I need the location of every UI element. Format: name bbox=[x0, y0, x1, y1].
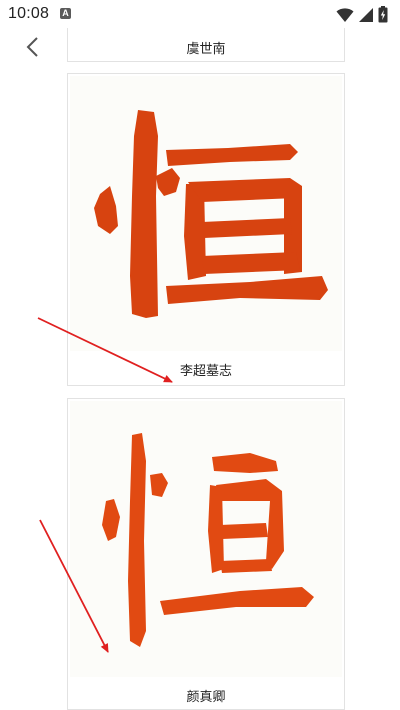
notification-icon: A bbox=[60, 8, 71, 19]
system-icons bbox=[336, 6, 388, 23]
calligrapher-label: 虞世南 bbox=[186, 42, 226, 57]
clock: 10:08 bbox=[8, 5, 50, 22]
status-bar: 10:08 A bbox=[0, 0, 400, 30]
battery-icon bbox=[378, 6, 388, 23]
calligraphy-card[interactable]: 虞世南 bbox=[67, 28, 345, 62]
wifi-icon bbox=[336, 7, 354, 22]
calligraphy-card[interactable]: 李超墓志 bbox=[67, 73, 345, 386]
calligrapher-label: 颜真卿 bbox=[186, 690, 226, 705]
character-heng-glyph bbox=[102, 433, 314, 647]
signal-icon bbox=[359, 7, 373, 22]
character-heng-glyph bbox=[94, 110, 328, 318]
calligrapher-label: 李超墓志 bbox=[179, 364, 232, 379]
calligraphy-image bbox=[70, 76, 342, 351]
back-arrow-icon[interactable] bbox=[22, 35, 46, 59]
calligraphy-card[interactable]: 颜真卿 bbox=[67, 398, 345, 710]
calligraphy-image bbox=[70, 401, 342, 677]
